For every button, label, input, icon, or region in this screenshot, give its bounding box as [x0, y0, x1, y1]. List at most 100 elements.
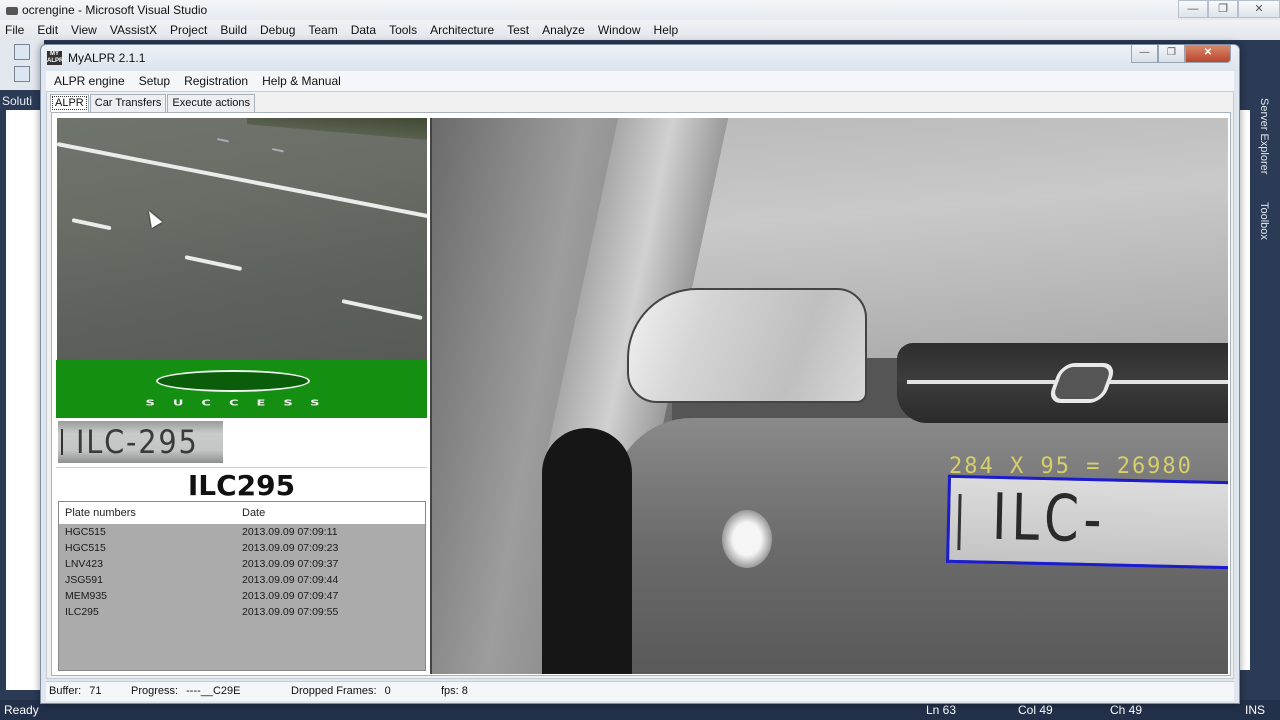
plates-list[interactable]: Plate numbers Date HGC515 2013.09.09 07:…	[58, 501, 426, 671]
car-fog-lamp	[722, 510, 772, 568]
tab-execute-actions[interactable]: Execute actions	[167, 94, 256, 112]
vs-menu-file[interactable]: File	[5, 23, 24, 37]
progress-label: Progress:	[131, 685, 179, 697]
plate-cell: HGC515	[65, 542, 106, 554]
plate-row[interactable]: LNV423 2013.09.09 07:09:37	[59, 556, 425, 572]
new-project-icon[interactable]	[14, 44, 30, 60]
vs-status-ready: Ready	[4, 703, 39, 717]
lane-dash	[271, 148, 284, 153]
menu-help-manual[interactable]: Help & Manual	[262, 74, 341, 88]
plates-list-header: Plate numbers Date	[59, 502, 425, 524]
country-code-mark	[61, 429, 71, 455]
menu-registration[interactable]: Registration	[184, 74, 248, 88]
divider	[56, 467, 427, 468]
vs-menu-window[interactable]: Window	[598, 23, 641, 37]
country-code-mark	[957, 494, 979, 551]
myalpr-window: MY ALPR MyALPR 2.1.1 — ❐ ✕ ALPR engine S…	[40, 44, 1240, 704]
vs-status-col: Col 49	[1018, 703, 1053, 717]
detected-plate-text: ILC-295	[990, 480, 1108, 569]
myalpr-maximize-button[interactable]: ❐	[1158, 45, 1185, 63]
tab-alpr[interactable]: ALPR	[50, 94, 89, 112]
date-cell: 2013.09.09 07:09:37	[242, 558, 339, 570]
fps-label: fps:	[441, 685, 459, 697]
myalpr-titlebar[interactable]: MY ALPR MyALPR 2.1.1 — ❐ ✕	[41, 45, 1239, 71]
detected-plate-box: ILC-295	[946, 474, 1228, 570]
vs-menubar: File Edit View VAssistX Project Build De…	[0, 20, 1280, 40]
recognized-plate-number: ILC295	[187, 469, 296, 502]
buffer-status: Buffer: 71	[49, 685, 101, 697]
myalpr-menubar: ALPR engine Setup Registration Help & Ma…	[46, 71, 1234, 91]
vs-menu-debug[interactable]: Debug	[260, 23, 295, 37]
buffer-label: Buffer:	[49, 685, 82, 697]
progress-status: Progress: ----__C29E	[131, 685, 240, 697]
roadside-grass	[247, 118, 427, 140]
solution-explorer-panel: Soluti	[0, 90, 44, 700]
vs-menu-vassistx[interactable]: VAssistX	[110, 23, 157, 37]
dropped-frames-status: Dropped Frames: 0	[291, 685, 391, 697]
vs-maximize-button[interactable]: ❐	[1208, 0, 1238, 18]
vs-minimize-button[interactable]: —	[1178, 0, 1208, 18]
progress-value: ----__C29E	[186, 685, 241, 697]
date-cell: 2013.09.09 07:09:23	[242, 542, 339, 554]
plate-row[interactable]: HGC515 2013.09.09 07:09:23	[59, 540, 425, 556]
tab-car-transfers[interactable]: Car Transfers	[89, 94, 167, 112]
vs-menu-build[interactable]: Build	[220, 23, 247, 37]
menu-setup[interactable]: Setup	[139, 74, 170, 88]
buffer-value: 71	[89, 685, 102, 697]
lane-dash	[216, 138, 229, 143]
vs-menu-test[interactable]: Test	[507, 23, 529, 37]
vs-titlebar: ocrengine - Microsoft Visual Studio — ❐ …	[0, 0, 1280, 20]
myalpr-minimize-button[interactable]: —	[1131, 45, 1158, 63]
fps-value: 8	[461, 685, 468, 697]
vs-menu-data[interactable]: Data	[351, 23, 376, 37]
plate-row[interactable]: ILC295 2013.09.09 07:09:55	[59, 604, 425, 620]
vs-status-insert-mode: INS	[1245, 703, 1266, 717]
toolbox-tab[interactable]: Toolbox	[1258, 202, 1270, 240]
vs-menu-team[interactable]: Team	[308, 23, 337, 37]
plate-row[interactable]: HGC515 2013.09.09 07:09:11	[59, 524, 425, 540]
column-header-plate-numbers[interactable]: Plate numbers	[59, 507, 242, 519]
myalpr-statusbar: Buffer: 71 Progress: ----__C29E Dropped Fr…	[46, 681, 1234, 701]
vs-menu-edit[interactable]: Edit	[37, 23, 58, 37]
car-headlight	[627, 288, 867, 403]
date-cell: 2013.09.09 07:09:55	[242, 606, 339, 618]
recognition-status-banner: SUCCESS	[56, 360, 427, 418]
date-cell: 2013.09.09 07:09:47	[242, 590, 339, 602]
myalpr-tabs: ALPR Car Transfers Execute actions	[50, 94, 256, 112]
server-explorer-tab[interactable]: Server Explorer	[1258, 98, 1270, 174]
dropped-frames-value: 0	[384, 685, 391, 697]
vs-menu-project[interactable]: Project	[170, 23, 207, 37]
solution-explorer-tab[interactable]: Soluti	[2, 94, 32, 108]
plate-cell: ILC295	[65, 606, 99, 618]
vs-menu-analyze[interactable]: Analyze	[542, 23, 585, 37]
plate-crop-image: ILC-295	[58, 421, 223, 463]
myalpr-client-area: ALPR Car Transfers Execute actions SUCCE…	[46, 91, 1234, 679]
myalpr-close-button[interactable]: ✕	[1185, 45, 1231, 63]
vs-menu-architecture[interactable]: Architecture	[430, 23, 494, 37]
myalpr-logo-icon: MY ALPR	[47, 51, 64, 65]
lane-dash	[184, 255, 243, 272]
menu-alpr-engine[interactable]: ALPR engine	[54, 74, 125, 88]
date-cell: 2013.09.09 07:09:11	[242, 526, 338, 538]
plate-cell: LNV423	[65, 558, 103, 570]
add-item-icon[interactable]	[14, 66, 30, 82]
vs-right-dock: Server Explorer Toolbox	[1236, 90, 1280, 700]
car-wheel	[542, 428, 632, 674]
vs-menu-view[interactable]: View	[71, 23, 97, 37]
vs-status-ch: Ch 49	[1110, 703, 1143, 717]
overview-camera-feed	[57, 118, 427, 360]
lane-line	[57, 142, 427, 219]
plate-cell: JSG591	[65, 574, 103, 586]
vs-toolbar	[0, 40, 44, 90]
plate-row[interactable]: JSG591 2013.09.09 07:09:44	[59, 572, 425, 588]
alpr-tab-panel: SUCCESS ILC-295 ILC295 Plate numbers Dat…	[51, 112, 1231, 676]
plate-cell: HGC515	[65, 526, 106, 538]
column-header-date[interactable]: Date	[242, 507, 422, 519]
vs-close-button[interactable]: ✕	[1238, 0, 1280, 18]
solution-explorer-tree[interactable]	[6, 110, 42, 690]
plate-row[interactable]: MEM935 2013.09.09 07:09:47	[59, 588, 425, 604]
vs-menu-help[interactable]: Help	[654, 23, 679, 37]
vs-menu-tools[interactable]: Tools	[389, 23, 417, 37]
status-text: SUCCESS	[145, 399, 338, 408]
mouse-cursor-icon	[143, 208, 163, 228]
